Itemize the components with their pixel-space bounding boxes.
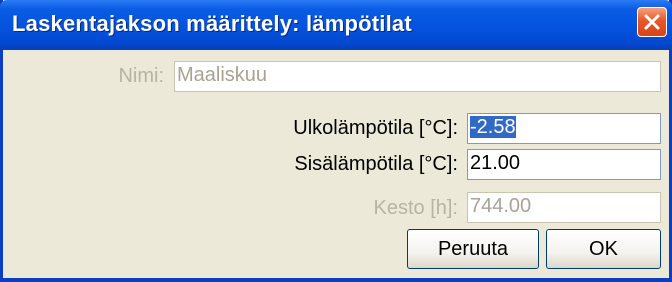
duration-label: Kesto [h]:: [373, 197, 459, 219]
dialog-window: Laskentajakson määrittely: lämpötilat Ni…: [0, 0, 672, 282]
close-icon: [644, 14, 660, 30]
outdoor-temperature-input[interactable]: -2.58: [467, 113, 661, 144]
indoor-temperature-input[interactable]: 21.00: [467, 149, 661, 180]
duration-value: 744.00: [470, 195, 532, 217]
ok-button[interactable]: OK: [546, 229, 661, 269]
name-value: Maaliskuu: [177, 64, 268, 86]
indoor-temperature-value: 21.00: [470, 152, 521, 174]
name-label: Nimi:: [118, 65, 164, 87]
name-field: Maaliskuu: [174, 61, 661, 92]
outdoor-temperature-label: Ulkolämpötila [°C]:: [293, 117, 458, 139]
outdoor-temperature-value: -2.58: [470, 116, 516, 138]
cancel-button[interactable]: Peruuta: [407, 229, 539, 269]
dialog-title: Laskentajakson määrittely: lämpötilat: [12, 11, 412, 36]
title-bar[interactable]: Laskentajakson määrittely: lämpötilat: [0, 0, 672, 50]
duration-field: 744.00: [467, 192, 661, 223]
indoor-temperature-label: Sisälämpötila [°C]:: [294, 153, 458, 175]
close-button[interactable]: [637, 7, 667, 37]
